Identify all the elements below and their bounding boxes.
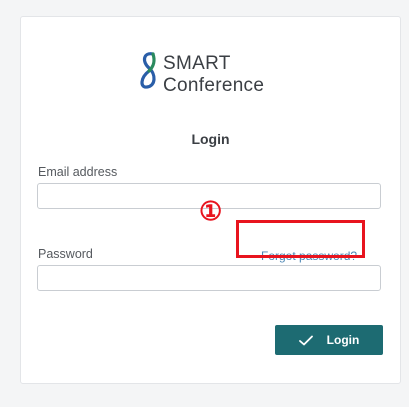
password-field[interactable] xyxy=(37,265,381,291)
password-label: Password xyxy=(38,247,93,261)
brand-name: SMART Conference xyxy=(163,53,264,97)
page-title: Login xyxy=(191,131,230,147)
checkmark-icon xyxy=(298,335,313,345)
brand-logo: SMART Conference xyxy=(139,51,299,111)
email-label: Email address xyxy=(38,165,118,179)
login-button[interactable]: Login xyxy=(275,325,383,355)
step-marker: ① xyxy=(199,196,223,226)
annotation-highlight-box xyxy=(236,220,365,258)
infinity-s-logo-icon xyxy=(140,52,156,89)
brand-line-1: SMART xyxy=(163,53,231,74)
brand-line-2: Conference xyxy=(163,75,265,96)
login-button-label: Login xyxy=(326,333,360,347)
